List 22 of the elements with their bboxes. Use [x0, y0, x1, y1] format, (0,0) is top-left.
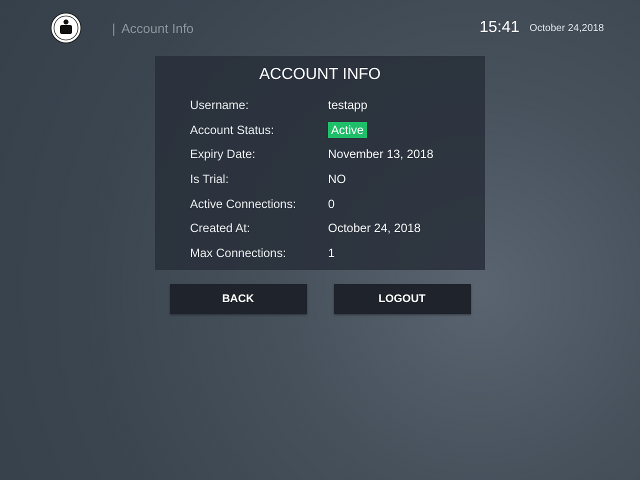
- clock-time: 15:41: [479, 19, 520, 37]
- field-value: NO: [328, 172, 346, 186]
- field-label: Username:: [190, 98, 250, 112]
- field-value: November 13, 2018: [328, 147, 434, 162]
- field-label: Created At:: [190, 221, 252, 236]
- field-label: Is Trial:: [190, 172, 230, 186]
- status-badge: Active: [328, 122, 367, 138]
- field-label: Expiry Date:: [190, 147, 256, 162]
- field-value: 1: [328, 246, 335, 260]
- back-button[interactable]: BACK: [170, 284, 306, 314]
- page-title: Account Info: [121, 20, 194, 36]
- field-value: October 24, 2018: [328, 221, 421, 236]
- field-label: Max Connections:: [190, 246, 288, 260]
- card-title: ACCOUNT INFO: [259, 66, 381, 84]
- field-label: Active Connections:: [190, 196, 298, 211]
- date-text: October 24,2018: [530, 22, 604, 34]
- field-value: testapp: [328, 98, 368, 112]
- logout-button[interactable]: LOGOUT: [334, 284, 470, 314]
- field-label: Account Status:: [190, 122, 276, 137]
- separator: |: [112, 20, 116, 36]
- field-value: 0: [328, 196, 335, 211]
- logo-icon: [50, 12, 82, 44]
